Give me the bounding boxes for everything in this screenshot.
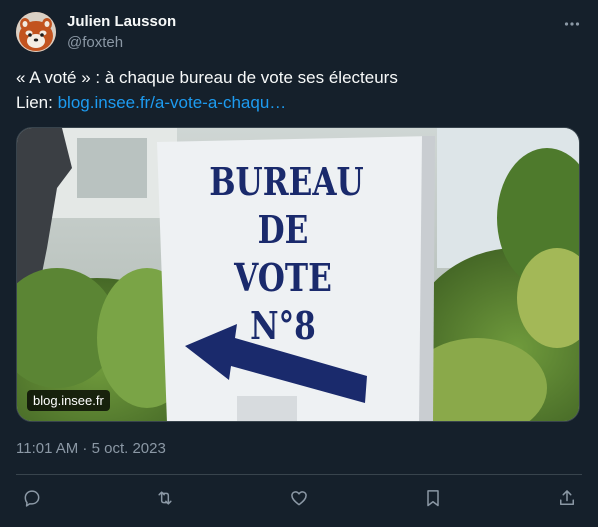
like-icon: [291, 491, 307, 506]
retweet-button[interactable]: [153, 486, 177, 510]
media-source-badge: blog.insee.fr: [27, 390, 110, 411]
share-button[interactable]: [555, 486, 579, 510]
link-prefix: Lien:: [16, 93, 58, 112]
avatar[interactable]: [16, 12, 56, 52]
bookmark-icon: [427, 490, 439, 507]
reply-icon: [24, 490, 40, 507]
tweet-timestamp[interactable]: 11:01 AM · 5 oct. 2023: [16, 440, 166, 457]
media-card[interactable]: BUREAU DE VOTE N°8 blog.insee.fr: [16, 127, 580, 422]
more-options-button[interactable]: [560, 12, 584, 36]
tweet-link-line: Lien: blog.insee.fr/a-vote-a-chaqu…: [16, 93, 286, 113]
share-icon: [560, 490, 574, 505]
red-panda-avatar-icon: [16, 12, 56, 52]
like-button[interactable]: [287, 486, 311, 510]
tweet-card[interactable]: Julien Lausson @foxteh « A voté » : à ch…: [0, 0, 598, 527]
reply-button[interactable]: [20, 486, 44, 510]
author-name[interactable]: Julien Lausson: [67, 13, 176, 30]
tweet-text: « A voté » : à chaque bureau de vote ses…: [16, 68, 398, 87]
author-handle[interactable]: @foxteh: [67, 34, 123, 51]
more-dots-icon: [564, 22, 580, 26]
tweet-link[interactable]: blog.insee.fr/a-vote-a-chaqu…: [58, 93, 287, 112]
polling-sign-photo: [17, 128, 579, 421]
retweet-icon: [158, 491, 172, 505]
divider: [16, 474, 582, 475]
bookmark-button[interactable]: [421, 486, 445, 510]
